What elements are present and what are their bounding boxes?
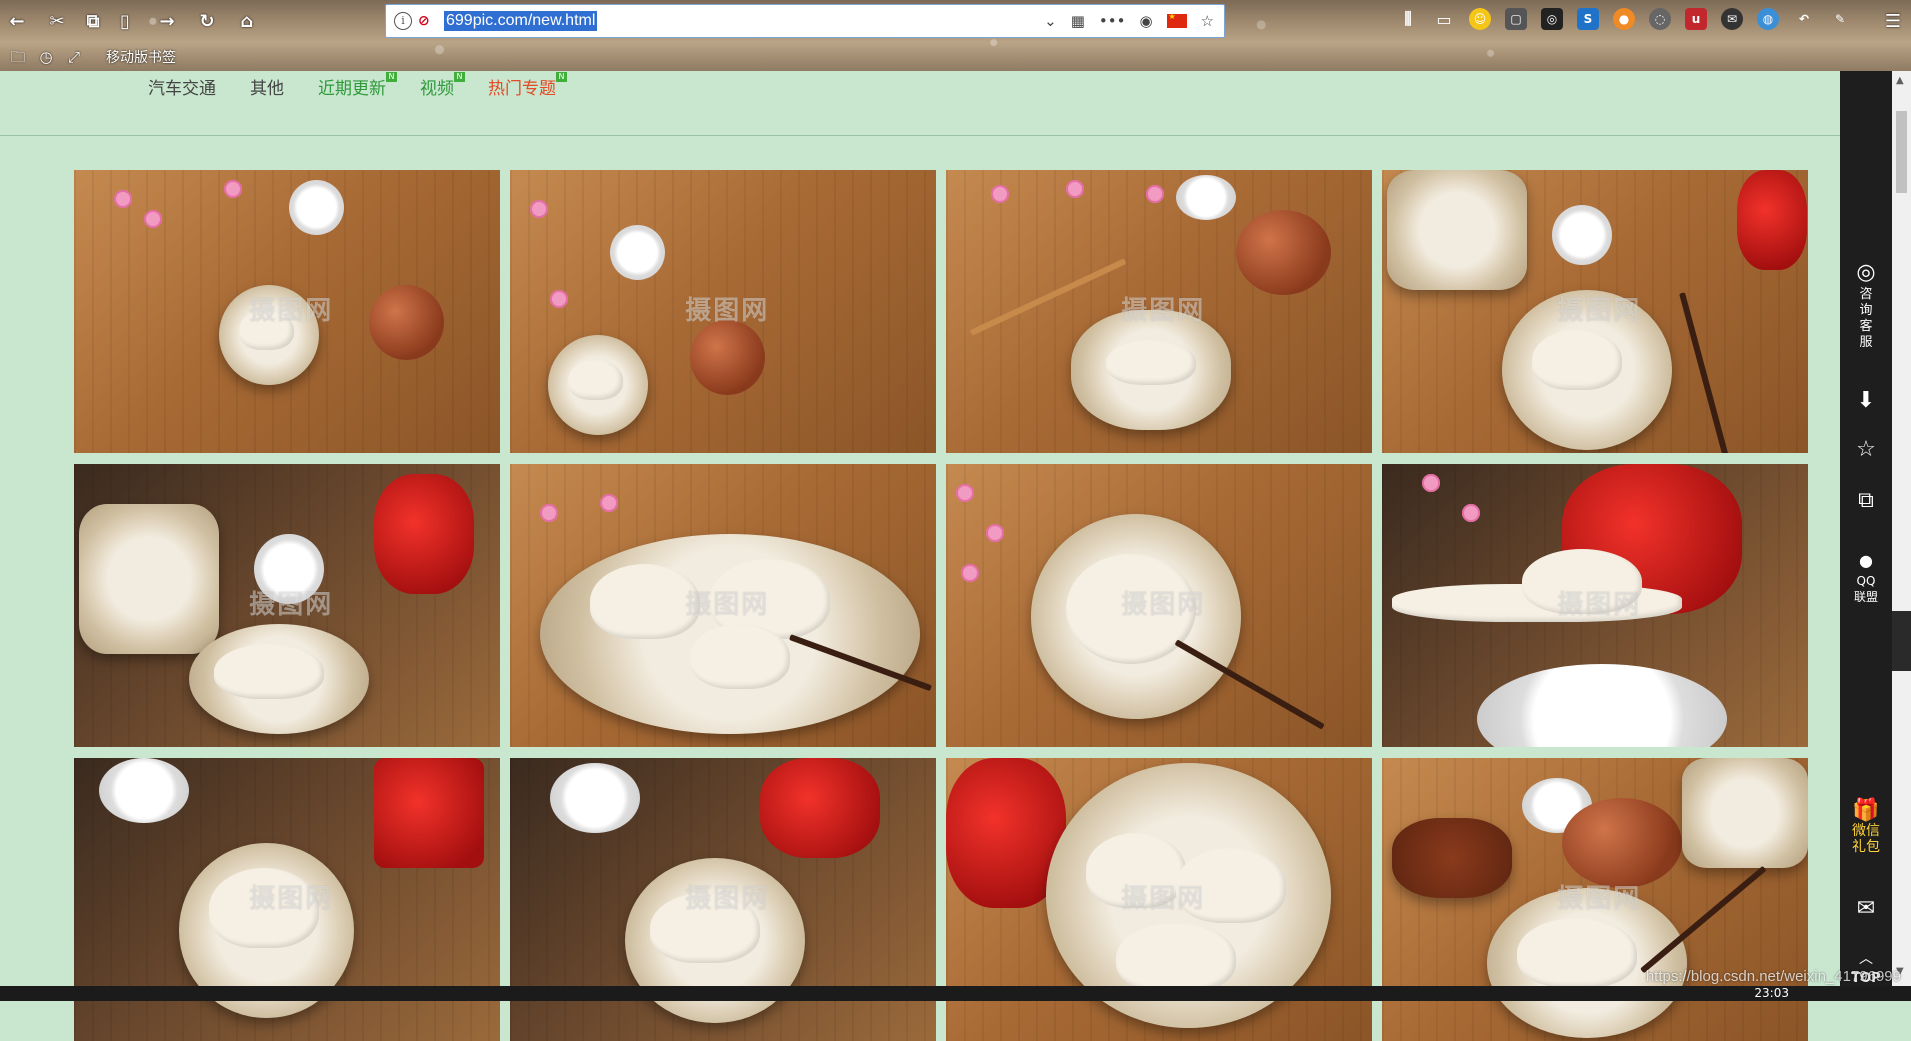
nav-item-video[interactable]: 视频 N	[420, 72, 465, 99]
user-icon: ●	[1859, 551, 1873, 570]
s-extension-icon[interactable]: S	[1577, 8, 1599, 30]
address-bar[interactable]: i ⊘ 699pic.com/new.html ⌄ ▦ ••• ◉ ☆	[385, 4, 1225, 38]
nav-item-video-label: 视频	[420, 79, 454, 99]
screenshot-icon[interactable]: ▢	[1505, 8, 1527, 30]
nav-item-recent[interactable]: 近期更新 N	[318, 72, 397, 99]
favorite-button[interactable]: ☆	[1840, 438, 1892, 462]
download-icon: ⬇	[1856, 388, 1876, 413]
os-taskbar	[0, 986, 1911, 1001]
cut-icon[interactable]: ✂	[44, 8, 70, 34]
qq-label: QQ联盟	[1853, 574, 1878, 604]
watermark: 摄图网	[1121, 295, 1206, 326]
feedback-button[interactable]: ✉	[1840, 897, 1892, 921]
gift-icon: 🎁	[1852, 798, 1880, 823]
image-search-button[interactable]: ⧉	[1840, 489, 1892, 513]
nav-item-other[interactable]: 其他	[250, 74, 284, 99]
insecure-lock-icon[interactable]: ⊘	[418, 13, 436, 29]
new-badge: N	[386, 72, 397, 82]
watermark: 摄图网	[249, 295, 334, 326]
url-text[interactable]: 699pic.com/new.html	[444, 11, 598, 31]
new-badge: N	[556, 72, 567, 82]
globe-icon[interactable]: ◍	[1757, 8, 1779, 30]
expand-icon[interactable]: ⤢	[64, 47, 84, 67]
watermark: 摄图网	[1121, 589, 1206, 620]
photo-thumb-4[interactable]: 摄图网	[1382, 170, 1808, 453]
paste-icon[interactable]: ▯	[112, 8, 138, 34]
message-icon[interactable]: ✉	[1721, 8, 1743, 30]
site-nav: 汽车交通 其他 近期更新 N 视频 N 热门专题 N	[0, 71, 1840, 136]
photo-thumb-7[interactable]: 摄图网	[946, 464, 1372, 747]
bookmarks-bar: 🗀 ◷ ⤢ 移动版书签	[0, 44, 176, 70]
forward-icon[interactable]: →	[154, 8, 180, 34]
nav-item-recent-label: 近期更新	[318, 79, 386, 99]
qq-alliance-button[interactable]: ● QQ联盟	[1840, 549, 1892, 605]
nav-item-hot-topics-label: 热门专题	[488, 79, 556, 99]
taskbar-clock: 23:03	[1754, 986, 1789, 1000]
extensions-bar: ⫼ ▭ ☺ ▢ ◎ S ● ◌ u ✉ ◍ ↶ ✎	[1397, 8, 1851, 30]
watermark: 摄图网	[685, 883, 770, 914]
mail-icon: ✉	[1856, 896, 1876, 921]
photo-thumb-2[interactable]: 摄图网	[510, 170, 936, 453]
watermark: 摄图网	[1557, 295, 1642, 326]
photo-thumb-8[interactable]: 摄图网	[1382, 464, 1808, 747]
photo-thumb-1[interactable]: 摄图网	[74, 170, 500, 453]
photo-thumb-3[interactable]: 摄图网	[946, 170, 1372, 453]
mobile-bookmarks[interactable]: 移动版书签	[106, 47, 176, 67]
dropdown-icon[interactable]: ⌄	[1044, 12, 1057, 30]
browser-toolbar: ← ✂ ⧉ ▯ → ↻ ⌂ i ⊘ 699pic.com/new.html ⌄ …	[0, 0, 1911, 71]
vertical-scrollbar[interactable]: ▲ ▼	[1892, 71, 1911, 986]
image-icon: ⧉	[1858, 488, 1874, 513]
info-icon[interactable]: i	[394, 12, 412, 30]
menu-icon[interactable]: ☰	[1880, 8, 1906, 34]
scroll-up-icon[interactable]: ▲	[1896, 75, 1904, 86]
watermark: 摄图网	[1121, 883, 1206, 914]
watermark: 摄图网	[1557, 589, 1642, 620]
source-watermark: https://blog.csdn.net/weixin_41796999	[1645, 968, 1901, 985]
orange-extension-icon[interactable]: ●	[1613, 8, 1635, 30]
reader-icon[interactable]: ◉	[1139, 12, 1152, 30]
scrollbar-thumb[interactable]	[1896, 111, 1907, 193]
back-icon[interactable]: ←	[4, 8, 30, 34]
undo-icon[interactable]: ↶	[1793, 8, 1815, 30]
gift-label: 微信礼包	[1852, 823, 1880, 855]
watermark: 摄图网	[249, 883, 334, 914]
photo-thumb-5[interactable]: 摄图网	[74, 464, 500, 747]
reload-icon[interactable]: ↻	[194, 8, 220, 34]
watermark: 摄图网	[249, 589, 334, 620]
nav-item-hot-topics[interactable]: 热门专题 N	[488, 72, 567, 99]
china-flag-icon[interactable]	[1166, 12, 1187, 28]
watermark: 摄图网	[685, 295, 770, 326]
watermark: 摄图网	[1557, 883, 1642, 914]
watermark: 摄图网	[685, 589, 770, 620]
star-icon: ☆	[1856, 437, 1876, 462]
more-icon[interactable]: •••	[1099, 12, 1126, 30]
photo-gallery: 摄图网 摄图网 摄图网 摄图网 摄图网 摄图网 摄图网 摄图网 摄图网 摄图网 …	[74, 170, 1808, 1041]
chat-icon[interactable]: ◌	[1649, 8, 1671, 30]
library-icon[interactable]: ⫼	[1397, 8, 1419, 30]
consult-service-button[interactable]: ◎ 咨询客服	[1840, 261, 1892, 351]
photo-thumb-6[interactable]: 摄图网	[510, 464, 936, 747]
home-icon[interactable]: ⌂	[234, 8, 260, 34]
mask-icon[interactable]: ◎	[1541, 8, 1563, 30]
history-icon[interactable]: ◷	[36, 47, 56, 67]
download-button[interactable]: ⬇	[1840, 389, 1892, 413]
floating-sidebar: ◎ 咨询客服 ⬇ ☆ ⧉ ● QQ联盟 🎁 微信礼包 ✉ ︿ TOP	[1840, 71, 1892, 986]
folder-icon[interactable]: 🗀	[8, 47, 28, 67]
nav-item-cars[interactable]: 汽车交通	[148, 74, 216, 99]
bookmark-star-icon[interactable]: ☆	[1201, 12, 1214, 30]
emoji-icon[interactable]: ☺	[1469, 8, 1491, 30]
pen-icon[interactable]: ✎	[1829, 8, 1851, 30]
scrollbar-handle[interactable]	[1892, 611, 1911, 671]
qr-code-icon[interactable]: ▦	[1071, 12, 1085, 30]
copy-icon[interactable]: ⧉	[80, 8, 106, 34]
wechat-gift-button[interactable]: 🎁 微信礼包	[1840, 798, 1892, 856]
consult-label: 咨询客服	[1859, 287, 1873, 350]
headset-icon: ◎	[1856, 260, 1876, 285]
new-badge: N	[454, 72, 465, 82]
ublock-icon[interactable]: u	[1685, 8, 1707, 30]
sidebar-icon[interactable]: ▭	[1433, 8, 1455, 30]
